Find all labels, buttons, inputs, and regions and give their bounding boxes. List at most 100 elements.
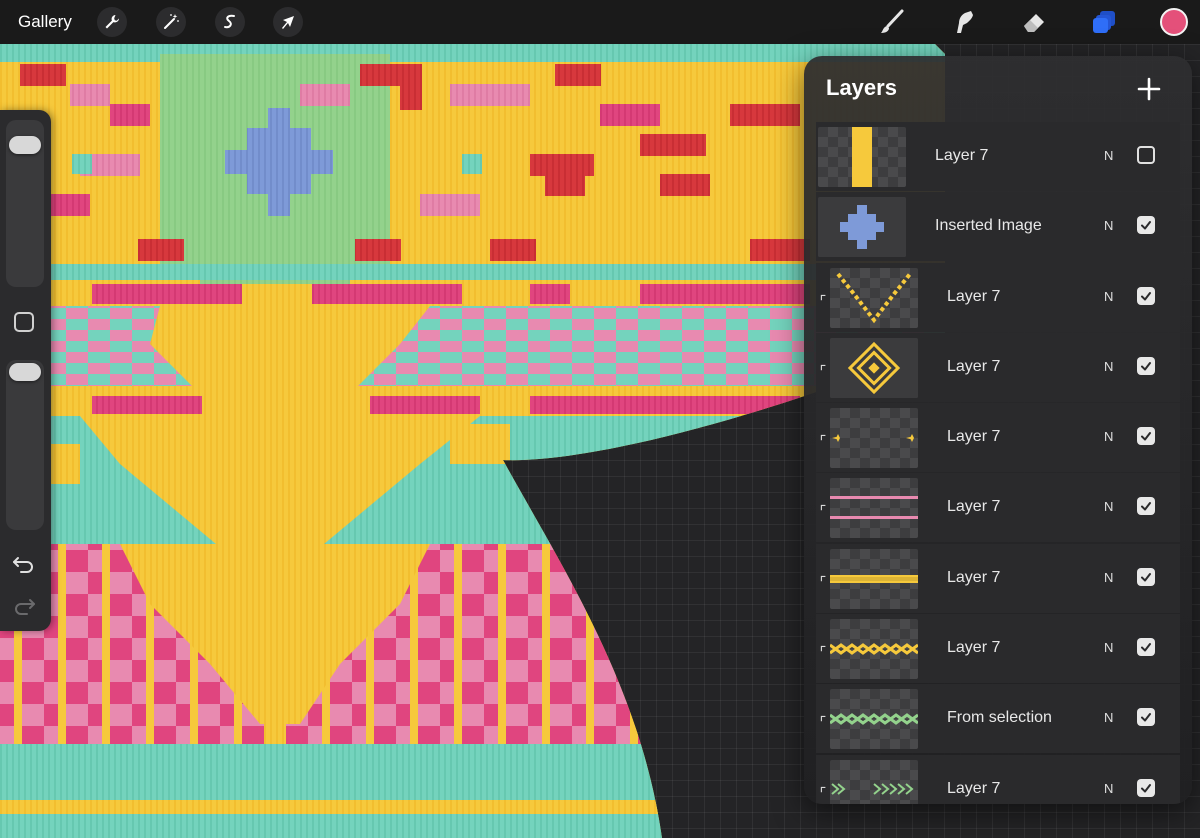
checkmark-icon [1141, 361, 1151, 371]
smudge-button[interactable] [948, 6, 980, 38]
layer-name: Layer 7 [947, 428, 1001, 446]
layer-name: Layer 7 [935, 147, 989, 164]
layer-thumbnail [830, 337, 918, 398]
checkmark-icon [1141, 432, 1151, 441]
layer-thumbnail-art [832, 434, 914, 443]
layer-name: Layer 7 [947, 639, 1001, 657]
layer-row[interactable]: Layer 7 N [816, 122, 1180, 191]
layer-row[interactable]: Inserted Image N [816, 192, 1180, 262]
transform-button[interactable] [273, 7, 303, 37]
modify-button[interactable] [14, 312, 34, 332]
selection-button[interactable] [215, 7, 245, 37]
redo-button[interactable] [11, 594, 37, 618]
blend-mode-button[interactable]: N [1104, 359, 1113, 374]
color-picker-button[interactable] [1160, 8, 1188, 36]
layer-thumbnail [830, 759, 918, 804]
visibility-checkbox[interactable] [1137, 567, 1155, 586]
checkmark-icon [1141, 713, 1151, 722]
layer-name: From selection [947, 709, 1052, 727]
add-layer-button[interactable] [1134, 74, 1164, 104]
blend-mode-button[interactable]: N [1104, 640, 1113, 655]
clipping-mask-icon [820, 364, 826, 371]
plus-icon [1137, 77, 1161, 101]
visibility-checkbox[interactable] [1137, 638, 1155, 657]
checkmark-icon [1141, 783, 1151, 793]
actions-button[interactable] [97, 7, 127, 37]
blend-mode-button[interactable]: N [1104, 218, 1113, 233]
layer-row[interactable]: Layer 7 N [816, 332, 1180, 402]
magic-wand-icon [164, 14, 179, 29]
gallery-button[interactable]: Gallery [18, 12, 72, 32]
blend-mode-button[interactable]: N [1104, 570, 1113, 585]
layers-icon [1093, 11, 1115, 33]
visibility-checkbox[interactable] [1137, 708, 1155, 727]
eraser-button[interactable] [1018, 6, 1050, 38]
visibility-checkbox[interactable] [1137, 497, 1155, 516]
layer-thumbnail [830, 478, 918, 539]
layer-row[interactable]: Layer 7 N [816, 262, 1180, 332]
layer-row[interactable]: Layer 7 N [816, 403, 1180, 473]
layer-thumbnail-art [830, 337, 918, 398]
clipping-mask-icon [820, 575, 826, 581]
blend-mode-button[interactable]: N [1104, 148, 1113, 163]
visibility-checkbox[interactable] [1137, 286, 1155, 305]
layer-row[interactable]: Layer 7 N [816, 754, 1180, 804]
left-sidebar [0, 110, 51, 631]
layer-row[interactable]: Layer 7 N [816, 543, 1180, 613]
layer-thumbnail-art [830, 496, 918, 520]
eraser-icon [1024, 14, 1044, 32]
layer-thumbnail [830, 408, 918, 469]
blend-mode-button[interactable]: N [1104, 710, 1113, 725]
layer-list: Layer 7 N Inserted Image N Layer 7 N Layer 7NL… [816, 122, 1180, 804]
checkmark-icon [1141, 572, 1151, 582]
layer-thumbnail [830, 267, 918, 328]
blend-mode-button[interactable]: N [1104, 289, 1113, 304]
adjustments-button[interactable] [156, 7, 186, 37]
layer-thumbnail [830, 619, 918, 680]
visibility-checkbox[interactable] [1137, 146, 1155, 164]
checkmark-icon [1141, 221, 1151, 230]
undo-button[interactable] [11, 552, 37, 576]
blend-mode-button[interactable]: N [1104, 429, 1113, 444]
brush-size-knob[interactable] [9, 136, 41, 154]
clipping-mask-icon [820, 505, 826, 511]
visibility-checkbox[interactable] [1137, 427, 1155, 446]
layer-row[interactable]: From selection N [816, 684, 1180, 754]
opacity-slider[interactable] [6, 360, 44, 530]
clipping-mask-icon [820, 645, 826, 652]
checkmark-icon [1141, 502, 1151, 511]
layer-name: Inserted Image [935, 217, 1042, 235]
brush-icon [881, 9, 904, 33]
layer-row[interactable]: Layer 7 N [816, 614, 1180, 684]
layer-thumbnail-art [830, 713, 918, 726]
layers-panel-title: Layers [826, 75, 897, 100]
clipping-mask-icon [820, 435, 826, 441]
layer-thumbnail-art [836, 272, 912, 323]
opacity-knob[interactable] [9, 363, 41, 381]
visibility-checkbox[interactable] [1137, 356, 1155, 375]
blend-mode-button[interactable]: N [1104, 499, 1113, 514]
smudge-icon [957, 11, 973, 33]
layer-thumbnail [830, 689, 918, 750]
layer-thumbnail-art [830, 643, 918, 655]
checkmark-icon [1141, 643, 1151, 652]
layer-thumbnail-art [831, 782, 914, 795]
visibility-checkbox[interactable] [1137, 216, 1155, 235]
layer-thumbnail-art [830, 574, 918, 583]
layer-thumbnail-art [852, 127, 872, 187]
layer-name: Layer 7 [947, 287, 1001, 305]
layer-thumbnail [818, 197, 906, 258]
brush-button[interactable] [876, 6, 908, 38]
top-toolbar: Gallery [0, 0, 1200, 44]
wrench-icon [105, 15, 119, 29]
clipping-mask-icon [820, 716, 826, 722]
arrow-cursor-icon [282, 16, 294, 29]
blend-mode-button[interactable]: N [1104, 781, 1113, 796]
undo-icon [13, 557, 33, 573]
layers-button[interactable] [1089, 6, 1121, 38]
layer-name: Layer 7 [947, 498, 1001, 516]
layer-thumbnail-art [818, 197, 906, 258]
layers-panel: Layers Layer 7 N Inserted Image N Layer 7 N La… [804, 56, 1192, 804]
visibility-checkbox[interactable] [1137, 778, 1155, 797]
layer-row[interactable]: Layer 7 N [816, 473, 1180, 543]
